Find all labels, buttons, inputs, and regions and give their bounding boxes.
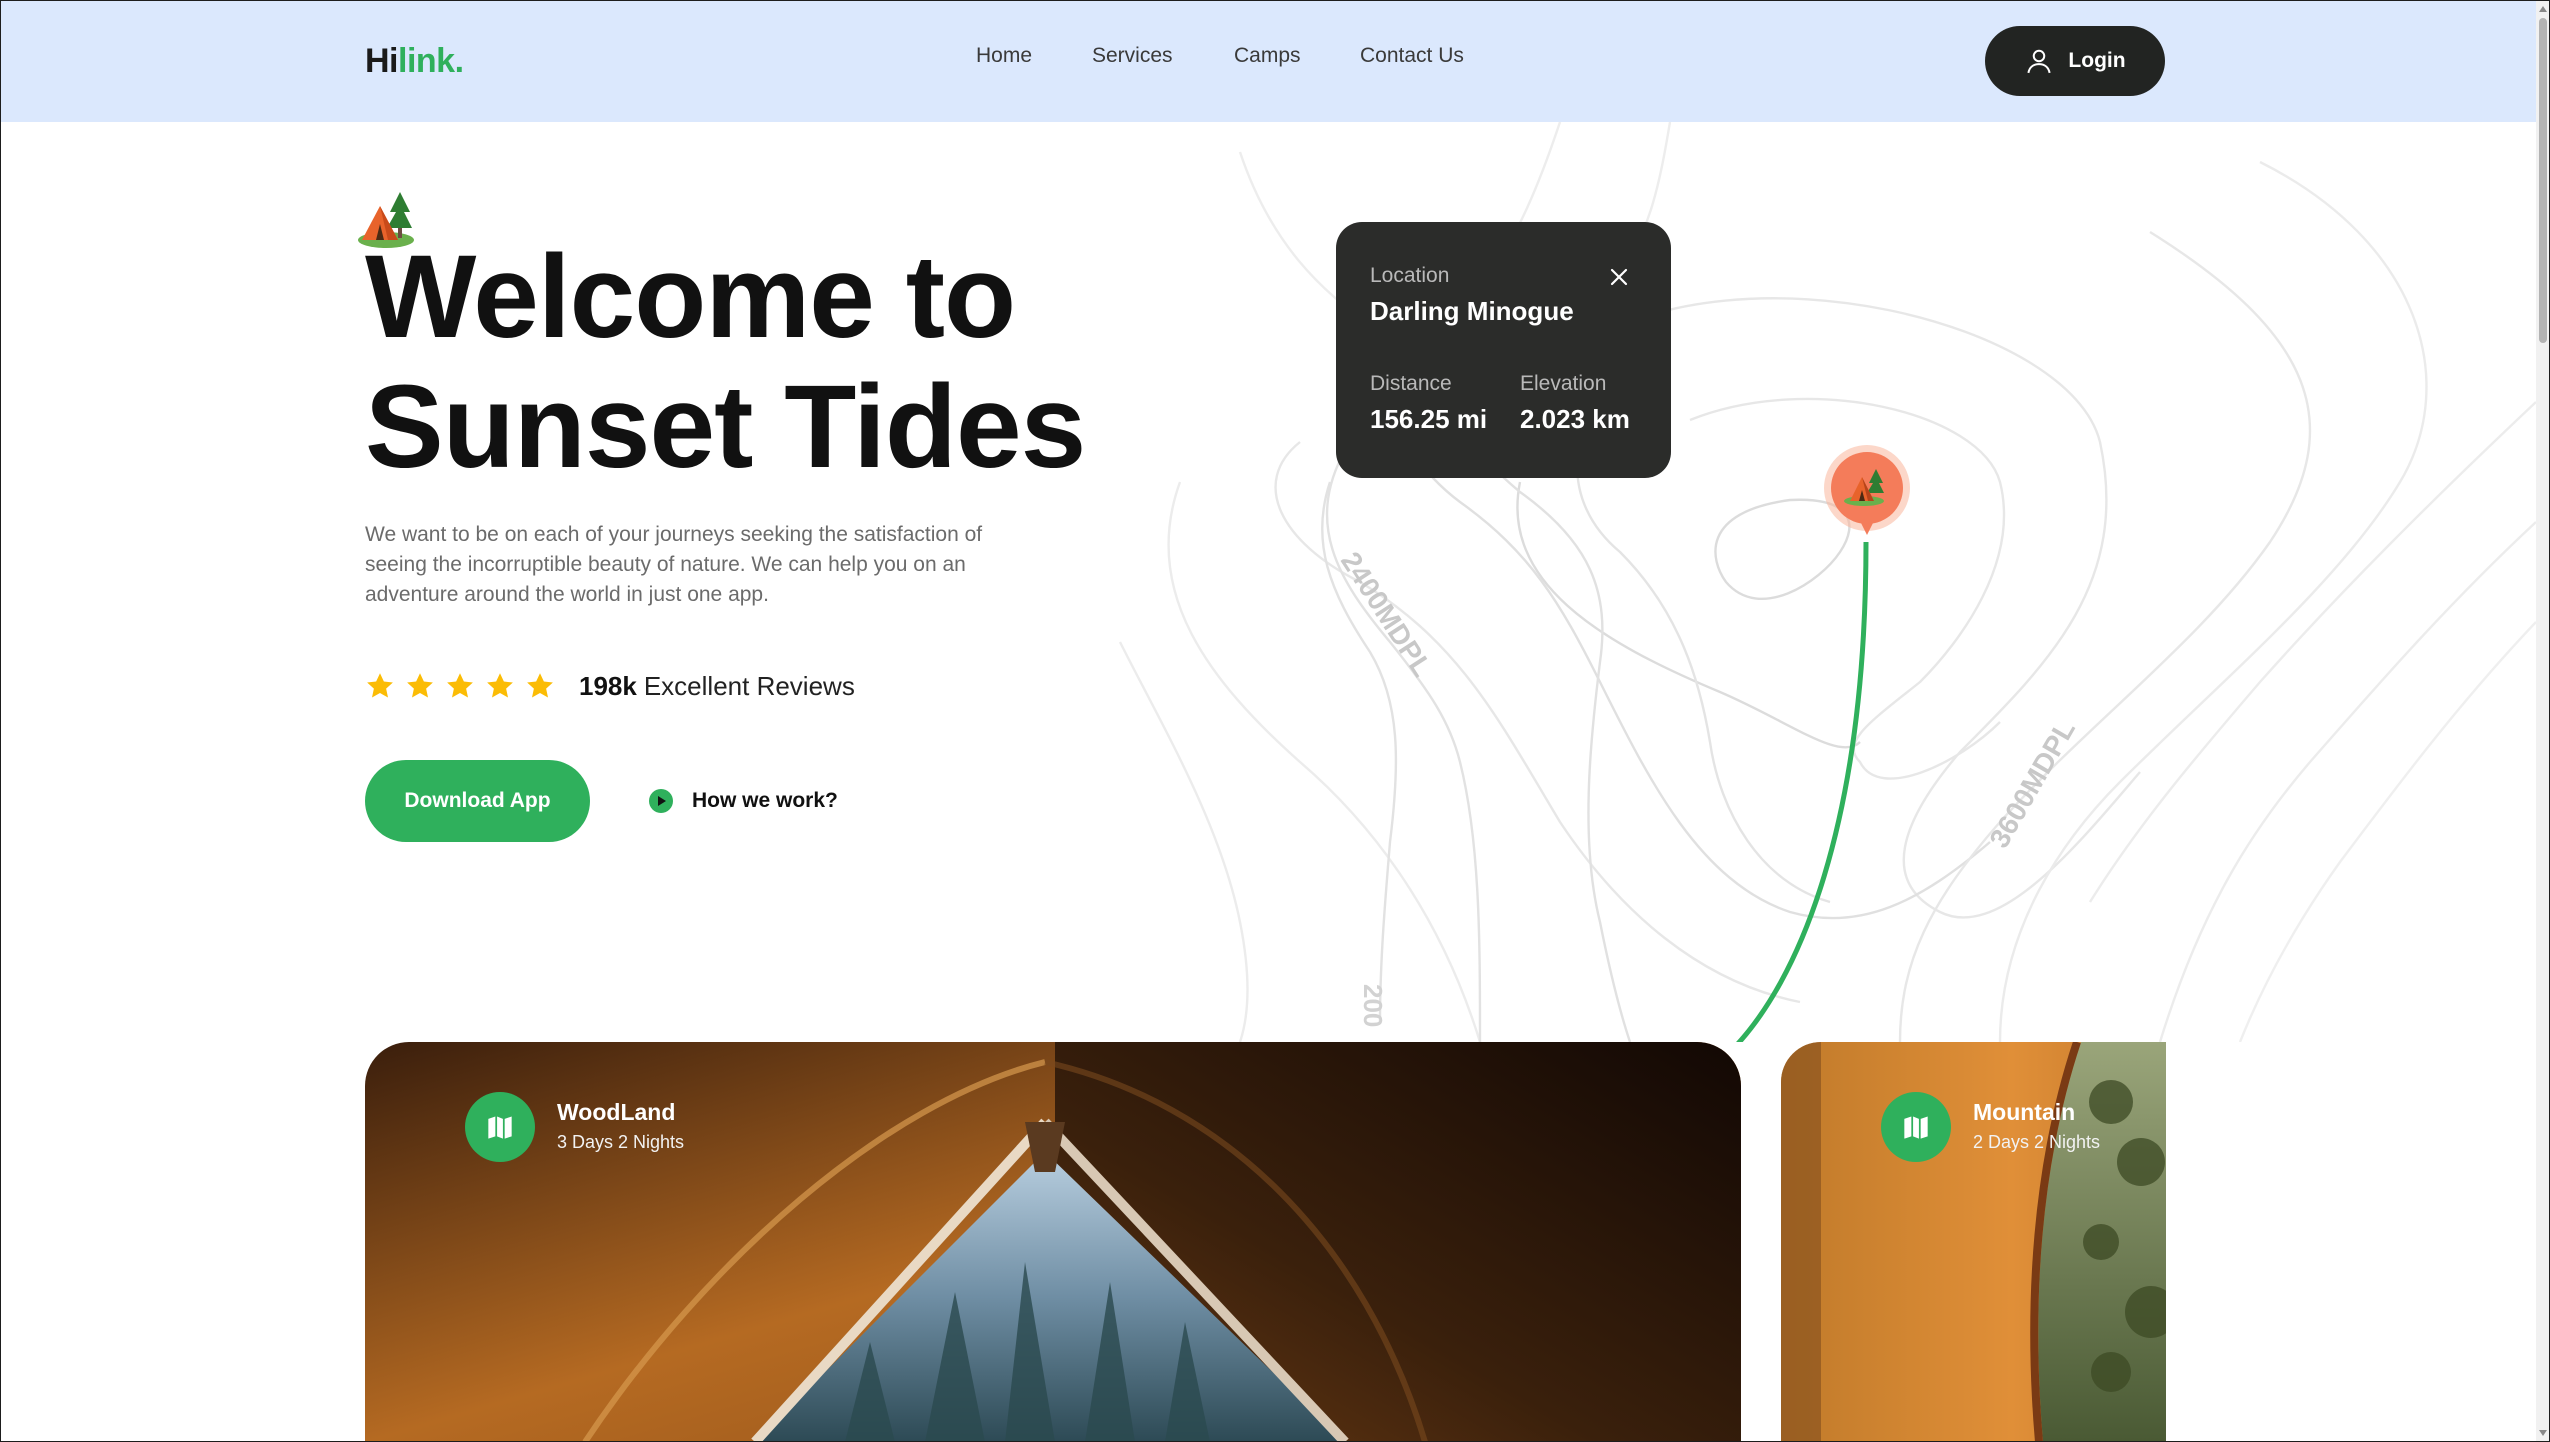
elevation-value: 2.023 km — [1520, 404, 1630, 434]
map-icon — [465, 1092, 535, 1162]
location-label: Location — [1370, 264, 1450, 287]
nav-item-services[interactable]: Services — [1092, 44, 1173, 68]
folded-map-icon — [488, 1116, 512, 1139]
camp-duration: 2 Days 2 Nights — [1973, 1132, 2101, 1152]
hero-title-line-1: Welcome to — [365, 231, 1016, 363]
login-button[interactable]: Login — [1985, 26, 2165, 96]
elevation-label: Elevation — [1520, 372, 1607, 395]
camp-title: Mountain — [1973, 1099, 2076, 1125]
camp-card-woodland[interactable]: WoodLand 3 Days 2 Nights — [365, 1042, 1741, 1442]
camp-title: WoodLand — [557, 1099, 676, 1125]
route-line — [1736, 541, 1869, 1042]
hero-title-line-2: Sunset Tides — [365, 361, 1086, 493]
hero-title: Welcome to Sunset Tides — [365, 231, 1086, 493]
nav-item-camps[interactable]: Camps — [1234, 44, 1301, 68]
nav-item-contact-us[interactable]: Contact Us — [1360, 44, 1464, 68]
reviews-count: 198k — [579, 670, 637, 701]
how-we-work-label: How we work? — [692, 789, 838, 812]
contour-label-3600: 3600MDPL — [1983, 715, 2081, 853]
nav-item-home[interactable]: Home — [976, 44, 1032, 68]
star-icon — [487, 673, 513, 698]
mountain-info: Mountain 2 Days 2 Nights — [1881, 1092, 2100, 1162]
star-icon — [527, 673, 553, 698]
scrollbar-thumb[interactable] — [2539, 18, 2547, 343]
camp-tent-icon — [358, 192, 414, 248]
location-card: Location Darling Minogue Distance 156.25… — [1336, 222, 1671, 478]
rating-stars — [365, 671, 555, 701]
how-we-work-button[interactable]: How we work? — [648, 786, 838, 816]
contour-lines — [1118, 122, 2536, 1042]
reviews-label: Excellent Reviews — [643, 670, 855, 701]
scroll-up-arrow-icon[interactable] — [2539, 6, 2547, 12]
download-app-label: Download App — [404, 789, 551, 812]
distance-label: Distance — [1370, 372, 1452, 395]
star-icon — [447, 673, 473, 698]
reviews-summary: 198k Excellent Reviews — [365, 666, 855, 706]
camp-location-pin-icon[interactable] — [1822, 443, 1912, 545]
map-icon — [1881, 1092, 1951, 1162]
woodland-info: WoodLand 3 Days 2 Nights — [465, 1092, 684, 1162]
hero-description: We want to be on each of your journeys s… — [365, 523, 983, 606]
login-label: Login — [2068, 49, 2126, 72]
close-icon[interactable] — [1606, 264, 1632, 290]
contour-label-200: 200 — [1358, 984, 1388, 1027]
play-icon — [649, 789, 673, 813]
star-icon — [367, 673, 393, 698]
folded-map-icon — [1904, 1116, 1928, 1139]
contour-label-2400: 2400MDPL — [1335, 546, 1438, 682]
scroll-down-arrow-icon[interactable] — [2539, 1430, 2547, 1436]
page-scrollbar[interactable] — [2536, 0, 2550, 1442]
location-name: Darling Minogue — [1370, 296, 1574, 326]
distance-value: 156.25 mi — [1370, 404, 1488, 434]
camp-card-mountain[interactable]: Mountain 2 Days 2 Nights — [1781, 1042, 2166, 1442]
camp-duration: 3 Days 2 Nights — [557, 1132, 685, 1152]
top-navigation-bar: Hilink. Home Services Camps Contact Us L… — [0, 0, 2536, 122]
user-icon — [2027, 49, 2052, 74]
star-icon — [407, 673, 433, 698]
download-app-button[interactable]: Download App — [365, 760, 590, 842]
